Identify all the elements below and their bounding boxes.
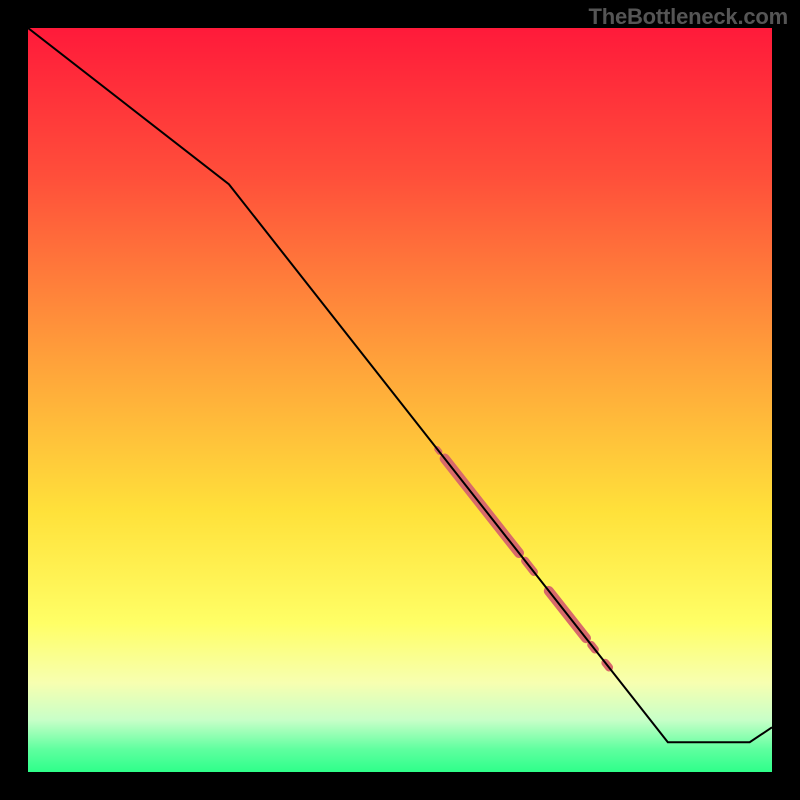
chart-plot-area — [28, 28, 772, 772]
watermark-text: TheBottleneck.com — [588, 4, 788, 30]
data-series-curve — [28, 28, 772, 742]
chart-overlay — [28, 28, 772, 772]
